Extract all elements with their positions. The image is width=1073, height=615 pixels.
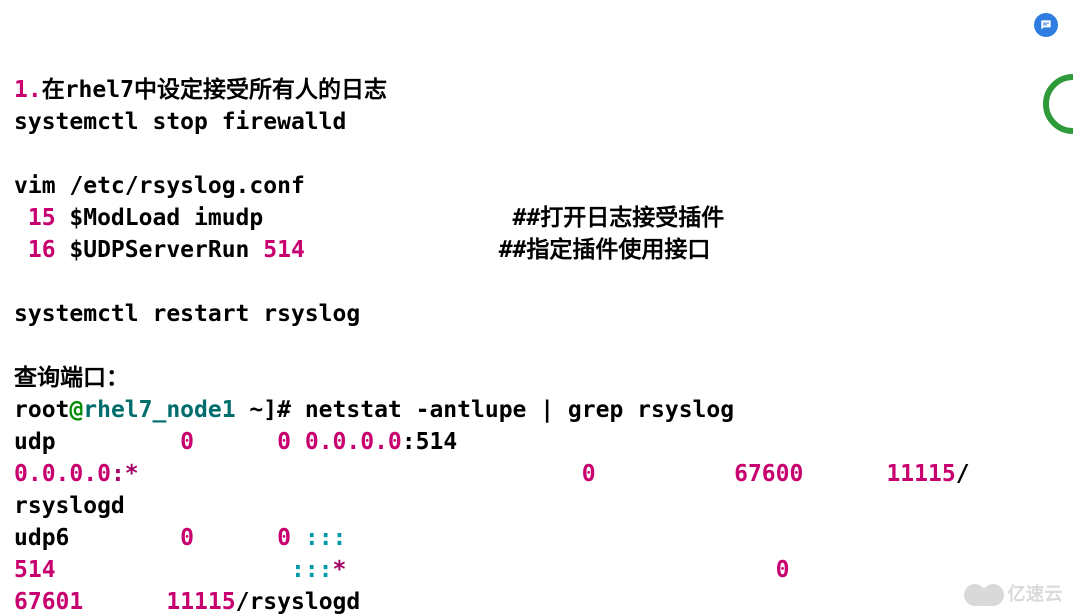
out1-proto: udp — [14, 429, 56, 455]
out2-send: 0 — [277, 525, 291, 551]
out2-star: * — [333, 557, 347, 583]
watermark: 亿速云 — [964, 579, 1064, 611]
out2-zero: 0 — [776, 557, 790, 583]
out2-recv: 0 — [180, 525, 194, 551]
prompt-user: root — [14, 397, 69, 423]
out2-slash: / — [236, 589, 250, 615]
document-body: 1.在rhel7中设定接受所有人的日志 systemctl stop firew… — [0, 0, 1073, 615]
out1-progname: rsyslogd — [14, 493, 125, 519]
vim-line15-num: 15 — [14, 205, 56, 231]
out2-proto: udp6 — [14, 525, 69, 551]
out2-prog: rsyslogd — [249, 589, 360, 615]
step-number: 1. — [14, 77, 42, 103]
cmd-netstat: netstat -antlupe | grep rsyslog — [305, 397, 734, 423]
step-title: 在rhel7中设定接受所有人的日志 — [42, 77, 387, 103]
prompt-tail: ~]# — [236, 397, 305, 423]
out1-inode: 67600 — [734, 461, 803, 487]
prompt-host: rhel7_node1 — [83, 397, 235, 423]
out1-send: 0 — [277, 429, 291, 455]
chat-bubble-icon[interactable] — [1034, 13, 1058, 37]
out1-local-port: :514 — [402, 429, 457, 455]
out1-user: 0 — [582, 461, 596, 487]
out1-foreign-star: :* — [111, 461, 139, 487]
vim-line15-comment: ##打开日志接受插件 — [513, 205, 725, 231]
out2-port: 514 — [14, 557, 56, 583]
out1-foreign: 0.0.0.0 — [14, 461, 111, 487]
cloud-icon — [964, 584, 1006, 606]
out2-inode: 67601 — [14, 589, 83, 615]
out1-pid: 11115 — [886, 461, 955, 487]
watermark-text: 亿速云 — [1008, 579, 1064, 611]
cmd-vim: vim /etc/rsyslog.conf — [14, 173, 305, 199]
vim-line16-val: 514 — [263, 237, 305, 263]
vim-line16-comment: ##指定插件使用接口 — [499, 237, 711, 263]
prompt-at: @ — [69, 397, 83, 423]
out1-slash: / — [956, 461, 970, 487]
vim-line16-num: 16 — [14, 237, 56, 263]
query-label: 查询端口： — [14, 365, 129, 391]
cmd-restart: systemctl restart rsyslog — [14, 301, 360, 327]
vim-line16-text: $UDPServerRun — [56, 237, 264, 263]
out2-foreign: ::: — [291, 557, 333, 583]
cmd-stop-firewall: systemctl stop firewalld — [14, 109, 346, 135]
out2-local: ::: — [305, 525, 347, 551]
out2-pid: 11115 — [166, 589, 235, 615]
out1-local: 0.0.0.0 — [305, 429, 402, 455]
vim-line15-text: $ModLoad imudp — [56, 205, 264, 231]
out1-recv: 0 — [180, 429, 194, 455]
